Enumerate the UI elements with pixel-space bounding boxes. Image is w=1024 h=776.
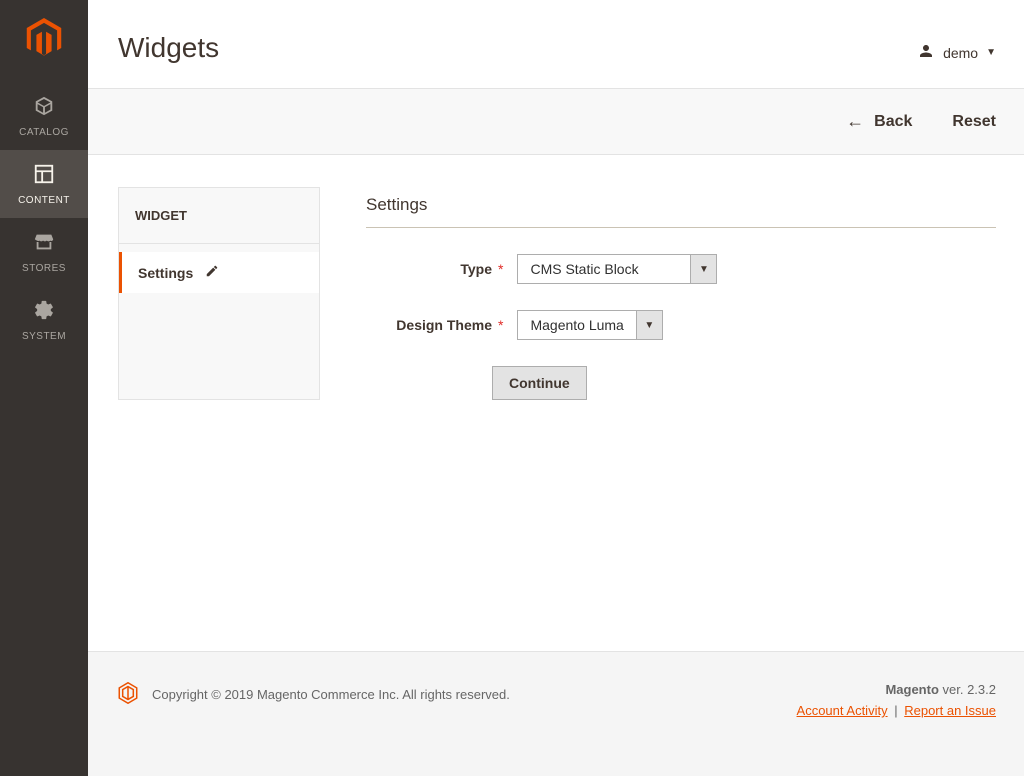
sidebar-item-system[interactable]: SYSTEM: [0, 286, 88, 354]
sidebar-item-stores[interactable]: STORES: [0, 218, 88, 286]
chevron-down-icon: ▼: [691, 254, 717, 284]
cube-icon: [33, 95, 55, 123]
sidebar-item-label: CONTENT: [18, 195, 70, 206]
theme-select[interactable]: Magento Luma ▼: [517, 310, 662, 340]
type-value: CMS Static Block: [517, 254, 691, 284]
panel-item-settings[interactable]: Settings: [119, 252, 319, 293]
continue-button[interactable]: Continue: [492, 366, 587, 400]
footer-left: Copyright © 2019 Magento Commerce Inc. A…: [118, 682, 510, 707]
magento-logo-icon: [26, 18, 62, 58]
sidebar-item-catalog[interactable]: CATALOG: [0, 82, 88, 150]
page-title: Widgets: [118, 32, 219, 64]
sidebar: CATALOG CONTENT STORES SYSTEM: [0, 0, 88, 776]
sidebar-item-label: SYSTEM: [22, 331, 66, 342]
chevron-down-icon: ▼: [986, 47, 996, 58]
theme-value: Magento Luma: [517, 310, 636, 340]
footer-version-prefix: ver.: [939, 682, 967, 697]
report-issue-link[interactable]: Report an Issue: [904, 703, 996, 718]
type-label: Type: [366, 261, 492, 277]
footer-copyright: Copyright © 2019 Magento Commerce Inc. A…: [152, 687, 510, 702]
account-activity-link[interactable]: Account Activity: [797, 703, 888, 718]
reset-button[interactable]: Reset: [952, 113, 996, 131]
pencil-icon: [205, 264, 219, 281]
chevron-down-icon: ▼: [637, 310, 663, 340]
sidebar-item-label: CATALOG: [19, 127, 69, 138]
magento-logo[interactable]: [0, 0, 88, 82]
footer-brand: Magento: [885, 682, 938, 697]
user-icon: [917, 42, 935, 63]
footer-right: Magento ver. 2.3.2 Account Activity | Re…: [797, 682, 996, 718]
gear-icon: [33, 299, 55, 327]
theme-label: Design Theme: [366, 317, 492, 333]
footer: Copyright © 2019 Magento Commerce Inc. A…: [88, 651, 1024, 776]
panel-header: WIDGET: [119, 188, 319, 244]
sidebar-item-content[interactable]: CONTENT: [0, 150, 88, 218]
header: Widgets demo ▼: [88, 0, 1024, 88]
footer-version: 2.3.2: [967, 682, 996, 697]
form-area: Settings Type * CMS Static Block ▼ Desig…: [366, 187, 996, 400]
user-name: demo: [943, 45, 978, 61]
panel-item-label: Settings: [138, 265, 193, 281]
form-row-theme: Design Theme * Magento Luma ▼: [366, 310, 996, 340]
back-button[interactable]: ← Back: [846, 111, 912, 132]
footer-separator: |: [894, 703, 897, 718]
form-row-type: Type * CMS Static Block ▼: [366, 254, 996, 284]
sidebar-item-label: STORES: [22, 263, 66, 274]
actions-bar: ← Back Reset: [88, 88, 1024, 155]
back-label: Back: [874, 113, 912, 131]
required-mark: *: [498, 317, 503, 333]
user-menu[interactable]: demo ▼: [917, 42, 996, 63]
magento-logo-icon: [118, 682, 138, 707]
arrow-left-icon: ←: [846, 111, 864, 132]
widget-panel: WIDGET Settings: [118, 187, 320, 400]
layout-icon: [33, 163, 55, 191]
type-select[interactable]: CMS Static Block ▼: [517, 254, 717, 284]
content-area: WIDGET Settings Settings Type * CMS Stat…: [88, 155, 1024, 400]
store-icon: [33, 231, 55, 259]
required-mark: *: [498, 261, 503, 277]
section-title: Settings: [366, 195, 996, 228]
